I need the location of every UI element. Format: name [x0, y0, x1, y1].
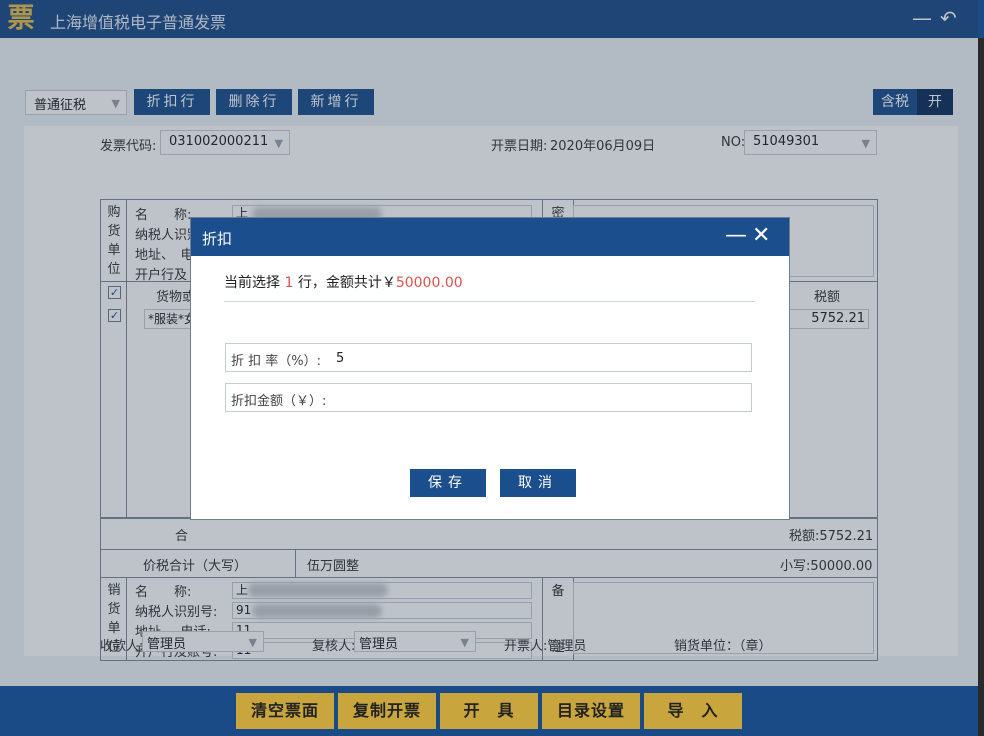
minus-icon[interactable]: —	[725, 224, 747, 248]
selection-summary: 当前选择 1 行，金额共计￥50000.00	[224, 272, 463, 292]
issue-invoice-button[interactable]: 开 具	[440, 693, 538, 729]
discount-rate-label: 折 扣 率（%）:	[231, 354, 321, 369]
summary-amount: 50000.00	[395, 275, 463, 291]
copy-invoice-button[interactable]: 复制开票	[338, 693, 436, 729]
dialog-header: 折扣 — ✕	[191, 218, 789, 256]
cancel-button[interactable]: 取消	[500, 469, 576, 497]
dialog-title: 折扣	[202, 230, 233, 248]
close-icon[interactable]: ✕	[752, 224, 770, 248]
discount-amount-label: 折扣金额（￥）:	[231, 394, 327, 409]
catalog-settings-button[interactable]: 目录设置	[542, 693, 640, 729]
discount-dialog: 折扣 — ✕ 当前选择 1 行，金额共计￥50000.00 折 扣 率（%）: …	[190, 217, 790, 520]
save-button[interactable]: 保存	[410, 469, 486, 497]
bottom-action-bar: 清空票面 复制开票 开 具 目录设置 导 入	[0, 686, 978, 736]
summary-count: 1	[284, 275, 294, 291]
import-button[interactable]: 导 入	[644, 693, 742, 729]
discount-rate-input[interactable]	[336, 348, 736, 368]
discount-amount-input[interactable]	[344, 388, 739, 408]
dialog-divider	[224, 301, 755, 302]
summary-prefix: 当前选择	[224, 275, 280, 291]
discount-rate-field[interactable]: 折 扣 率（%）:	[225, 343, 752, 372]
summary-middle: 行，金额共计￥	[297, 275, 396, 291]
discount-amount-field[interactable]: 折扣金额（￥）:	[225, 383, 752, 412]
clear-form-button[interactable]: 清空票面	[236, 693, 334, 729]
window-edge	[978, 38, 984, 736]
